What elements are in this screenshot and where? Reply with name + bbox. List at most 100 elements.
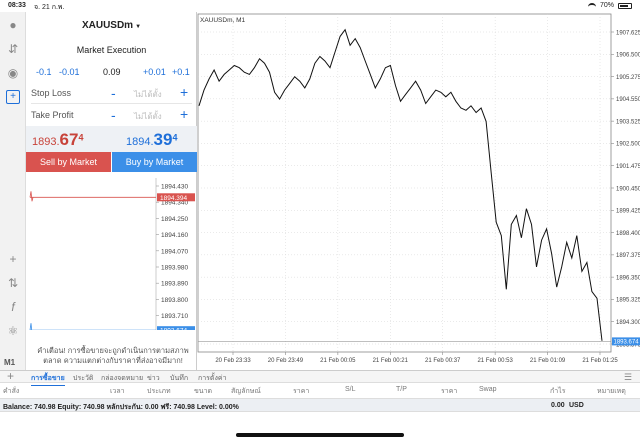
col-swap: Swap <box>479 386 497 393</box>
symbol-name: XAUUSDm <box>81 20 134 31</box>
x-tick-label: 20 Feb 23:49 <box>268 358 304 364</box>
y-tick-label: 1901.475 <box>616 164 640 170</box>
symbol-selector[interactable]: XAUUSDm ▼ <box>26 20 197 31</box>
mini-tick-label: 1894.250 <box>161 216 188 223</box>
terminal-tabs: + การซื้อขาย ประวัติ กล่องจดหมาย ข่าว บั… <box>0 369 640 386</box>
take-profit-input[interactable]: ไม่ได้ตั้ง <box>134 110 162 123</box>
left-toolbar: ● ⇵ ◉ + + ⇅ f ⚛ M1 <box>0 12 26 370</box>
mini-tick-label: 1893.890 <box>161 281 188 288</box>
volume-minus-0-1[interactable]: -0.1 <box>36 67 52 77</box>
ask-price: 1894.394 <box>126 130 178 149</box>
mini-tick-label: 1893.710 <box>161 313 188 320</box>
y-tick-label: 1900.450 <box>616 186 640 192</box>
take-profit-label: Take Profit <box>31 110 74 120</box>
volume-plus-0-01[interactable]: +0.01 <box>143 67 166 77</box>
execution-type[interactable]: Market Execution <box>26 45 197 55</box>
y-tick-label: 1895.325 <box>616 298 640 304</box>
status-time: 08:33 <box>8 2 26 9</box>
function-icon[interactable]: f <box>6 300 20 314</box>
mini-tick-label: 1893.980 <box>161 265 188 272</box>
col-time: เวลา <box>110 388 125 395</box>
last-price-badge: 1893.674 <box>614 340 640 346</box>
mini-tick-label: 1894.070 <box>161 248 188 255</box>
table-header: คำสั่ง เวลา ประเภท ขนาด สัญลักษณ์ ราคา S… <box>0 383 640 397</box>
x-tick-label: 21 Feb 00:21 <box>373 358 409 364</box>
order-panel: XAUUSDm ▼ Market Execution -0.1 -0.01 0.0… <box>26 12 197 370</box>
x-tick-label: 21 Feb 00:37 <box>425 358 461 364</box>
market-warning: คำเตือน! การซื้อขายจะถูกดำเนินการตามสภาพ… <box>37 346 189 365</box>
volume-value[interactable]: 0.09 <box>103 67 121 77</box>
battery-icon <box>618 2 632 9</box>
y-tick-label: 1897.375 <box>616 253 640 259</box>
status-bar: 08:33 จ. 21 ก.พ. 70% <box>0 0 640 12</box>
chart-title: XAUUSDm, M1 <box>200 17 246 24</box>
x-tick-label: 21 Feb 00:05 <box>320 358 356 364</box>
x-tick-label: 20 Feb 23:33 <box>215 358 251 364</box>
tick-chart: 1894.4301894.3401894.2501894.1601894.070… <box>29 178 195 330</box>
home-indicator <box>236 433 404 437</box>
y-tick-label: 1894.300 <box>616 320 640 326</box>
y-tick-label: 1903.525 <box>616 119 640 125</box>
y-tick-label: 1902.500 <box>616 142 640 148</box>
stop-loss-minus-button[interactable]: - <box>111 85 116 101</box>
account-icon[interactable]: ● <box>6 18 20 32</box>
status-right: 70% <box>587 2 632 9</box>
filter-icon[interactable]: ☰ <box>624 372 632 383</box>
stop-loss-input[interactable]: ไม่ได้ตั้ง <box>134 88 162 101</box>
objects-icon[interactable]: ⚛ <box>6 324 20 338</box>
bid-price: 1893.674 <box>32 130 84 149</box>
buy-by-market-button[interactable]: Buy by Market <box>112 152 197 172</box>
crosshair-icon[interactable]: + <box>6 252 20 266</box>
col-order: คำสั่ง <box>3 388 20 395</box>
y-tick-label: 1905.275 <box>616 75 640 81</box>
stop-loss-plus-button[interactable]: + <box>180 84 188 100</box>
add-icon[interactable]: + <box>7 369 14 383</box>
col-current-price: ราคา <box>441 388 458 395</box>
take-profit-minus-button[interactable]: - <box>111 107 116 123</box>
col-profit: กำไร <box>550 388 566 395</box>
timeframe-label[interactable]: M1 <box>4 358 15 367</box>
wifi-icon <box>587 2 596 9</box>
caret-down-icon: ▼ <box>135 24 142 30</box>
mini-tick-label: 1894.160 <box>161 232 188 239</box>
col-sl: S/L <box>345 386 356 393</box>
sell-by-market-button[interactable]: Sell by Market <box>26 152 111 172</box>
divider <box>31 103 192 104</box>
price-line-series <box>198 28 603 341</box>
mini-tick-label: 1894.430 <box>161 184 188 191</box>
battery-percent: 70% <box>599 2 614 9</box>
bid-badge: 1893.674 <box>160 328 187 330</box>
y-tick-label: 1906.500 <box>616 53 640 59</box>
x-tick-label: 21 Feb 00:53 <box>477 358 513 364</box>
indicators-icon[interactable]: ⇅ <box>6 276 20 290</box>
take-profit-field: Take Profit - ไม่ได้ตั้ง + <box>26 106 197 126</box>
y-tick-label: 1898.400 <box>616 231 640 237</box>
ask-badge: 1894.394 <box>160 195 187 202</box>
volume-plus-0-1[interactable]: +0.1 <box>172 67 190 77</box>
bid-tick-spike <box>29 323 33 330</box>
take-profit-plus-button[interactable]: + <box>180 106 188 122</box>
col-comment: หมายเหตุ <box>597 388 626 395</box>
x-tick-label: 21 Feb 01:09 <box>530 358 566 364</box>
balance-bar: Balance: 740.98 Equity: 740.98 หลักประกั… <box>0 398 640 412</box>
mini-tick-label: 1893.800 <box>161 297 188 304</box>
quotes-icon[interactable]: ⇵ <box>6 42 20 56</box>
col-symbol: สัญลักษณ์ <box>231 388 261 395</box>
price-chart[interactable]: XAUUSDm, M1 1907.625 1906.500 1905.275 1904.… <box>197 12 640 370</box>
col-size: ขนาด <box>194 388 213 395</box>
plot-frame <box>197 13 612 353</box>
ask-tick-spike <box>29 191 34 202</box>
chat-icon[interactable]: ◉ <box>6 66 20 80</box>
col-price: ราคา <box>293 388 310 395</box>
col-type: ประเภท <box>147 388 171 395</box>
total-profit: 0.00 <box>551 402 565 409</box>
y-tick-label: 1899.425 <box>616 209 640 215</box>
price-display: 1893.674 1894.394 <box>26 126 197 153</box>
y-tick-label: 1896.350 <box>616 275 640 281</box>
y-tick-label: 1904.550 <box>616 97 640 103</box>
stop-loss-label: Stop Loss <box>31 88 72 98</box>
balance-text: Balance: 740.98 Equity: 740.98 หลักประกั… <box>3 404 239 411</box>
volume-minus-0-01[interactable]: -0.01 <box>59 67 80 77</box>
new-order-icon[interactable]: + <box>6 90 20 104</box>
currency: USD <box>569 402 584 409</box>
